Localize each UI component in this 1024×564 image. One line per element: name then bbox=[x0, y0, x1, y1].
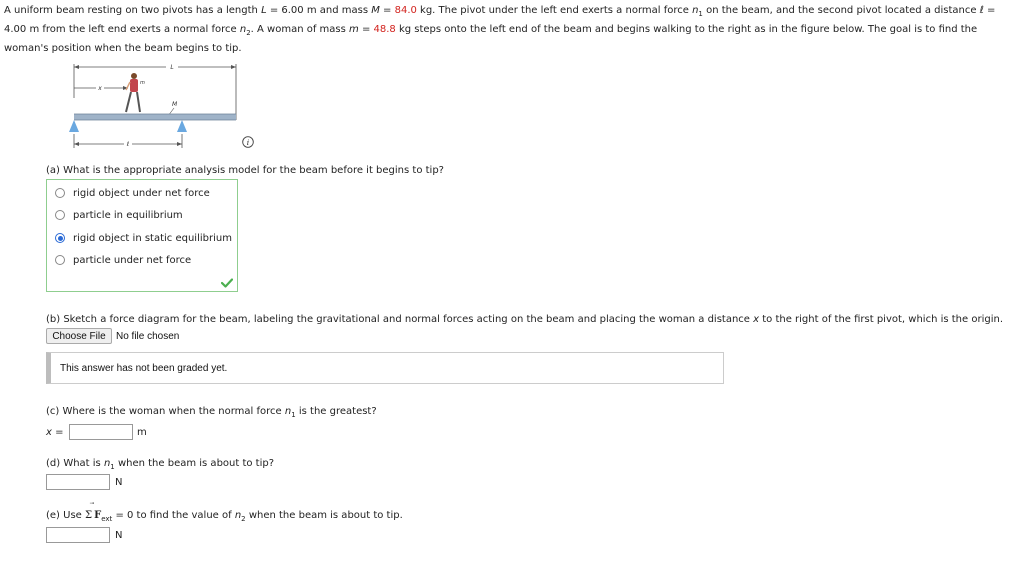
label-x: x bbox=[97, 85, 102, 92]
subscript-ext: ext bbox=[101, 515, 113, 523]
sigma-symbol: Σ bbox=[85, 510, 93, 521]
option-0[interactable]: rigid object under net force bbox=[55, 184, 210, 202]
part-c-question: (c) Where is the woman when the normal f… bbox=[46, 406, 377, 419]
question-text: to the right of the first pivot, which i… bbox=[759, 314, 1003, 325]
symbol-M: M bbox=[371, 5, 380, 16]
part-e-answer-input[interactable] bbox=[46, 527, 110, 543]
woman-figure bbox=[125, 73, 141, 113]
woman-mass-value: 48.8 bbox=[373, 24, 396, 35]
force-symbol: F bbox=[94, 510, 102, 521]
question-text: (d) What is bbox=[46, 458, 104, 469]
question-text: when the beam is about to tip? bbox=[114, 458, 275, 469]
beam-figure: L x m M ℓ bbox=[69, 64, 237, 148]
question-text: (b) Sketch a force diagram for the beam,… bbox=[46, 314, 754, 325]
part-c-answer-input[interactable] bbox=[69, 424, 133, 440]
option-label: particle under net force bbox=[73, 254, 192, 266]
beam bbox=[74, 114, 236, 120]
problem-text: = bbox=[358, 24, 374, 35]
radio-button[interactable] bbox=[55, 188, 65, 198]
graded-note-text: This answer has not been graded yet. bbox=[60, 362, 228, 374]
problem-text: on the beam, and the second pivot locate… bbox=[702, 5, 996, 16]
option-3[interactable]: particle under net force bbox=[55, 251, 191, 269]
equals-sign: = bbox=[51, 427, 64, 438]
radio-button[interactable] bbox=[55, 255, 65, 265]
question-text: = 0 to find the value of bbox=[112, 510, 235, 521]
question-text: (e) Use bbox=[46, 510, 85, 521]
option-label: particle in equilibrium bbox=[73, 209, 183, 221]
part-d-question: (d) What is n1 when the beam is about to… bbox=[46, 458, 275, 471]
info-icon[interactable]: i bbox=[242, 136, 254, 148]
option-label: rigid object in static equilibrium bbox=[73, 232, 232, 244]
part-e-unit: N bbox=[115, 530, 123, 541]
problem-text: kg. The pivot under the left end exerts … bbox=[416, 5, 693, 16]
label-m: m bbox=[140, 80, 145, 86]
part-b-question: (b) Sketch a force diagram for the beam,… bbox=[46, 314, 1003, 325]
label-ell: ℓ bbox=[126, 141, 129, 148]
radio-button[interactable] bbox=[55, 210, 65, 220]
problem-text: 4.00 m from the left end exerts a normal… bbox=[4, 24, 240, 35]
part-a-options: rigid object under net force particle in… bbox=[46, 179, 238, 292]
problem-text: = 6.00 m and mass bbox=[266, 5, 372, 16]
part-c-var-label: x = bbox=[46, 427, 63, 438]
label-M: M bbox=[172, 101, 178, 108]
part-c-unit: m bbox=[137, 427, 147, 438]
part-e-question: (e) Use Σ⃗Fext = 0 to find the value of … bbox=[46, 510, 403, 523]
correct-check-icon bbox=[221, 278, 233, 288]
problem-text: kg steps onto the left end of the beam a… bbox=[395, 24, 978, 35]
part-a-question: (a) What is the appropriate analysis mod… bbox=[46, 165, 444, 176]
option-2[interactable]: rigid object in static equilibrium bbox=[55, 229, 232, 247]
question-text: (c) Where is the woman when the normal f… bbox=[46, 406, 285, 417]
graded-note: This answer has not been graded yet. bbox=[46, 352, 724, 384]
left-pivot bbox=[69, 120, 79, 132]
file-status: No file chosen bbox=[116, 330, 180, 342]
question-text: when the beam is about to tip. bbox=[245, 510, 403, 521]
part-d-unit: N bbox=[115, 477, 123, 488]
problem-text: . A woman of mass bbox=[250, 24, 350, 35]
problem-text: = bbox=[379, 5, 395, 16]
problem-text: A uniform beam resting on two pivots has… bbox=[4, 5, 262, 16]
right-pivot bbox=[177, 120, 187, 132]
part-d-answer-input[interactable] bbox=[46, 474, 110, 490]
option-1[interactable]: particle in equilibrium bbox=[55, 206, 183, 224]
problem-statement: A uniform beam resting on two pivots has… bbox=[4, 1, 1020, 58]
radio-button-selected[interactable] bbox=[55, 233, 65, 243]
question-text: is the greatest? bbox=[295, 406, 377, 417]
beam-mass-value: 84.0 bbox=[394, 5, 417, 16]
choose-file-button[interactable]: Choose File bbox=[46, 328, 112, 344]
symbol-m: m bbox=[349, 24, 359, 35]
label-L: L bbox=[170, 64, 173, 71]
option-label: rigid object under net force bbox=[73, 187, 210, 199]
problem-text: woman's position when the beam begins to… bbox=[4, 43, 242, 54]
